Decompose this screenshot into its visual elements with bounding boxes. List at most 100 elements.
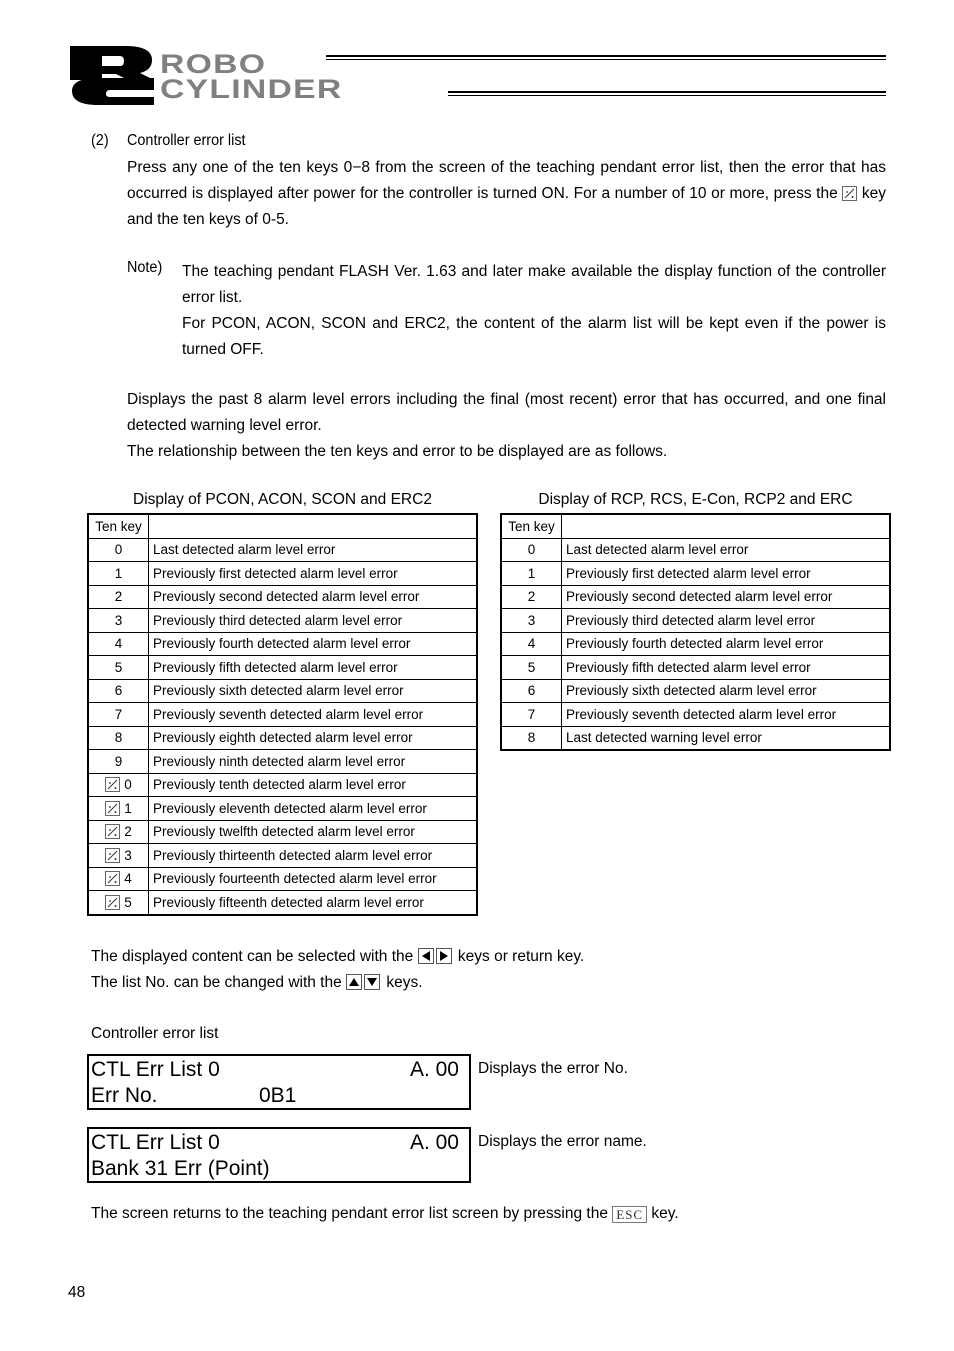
error-description-cell: Previously tenth detected alarm level er…: [148, 772, 478, 797]
error-description-cell: Previously thirteenth detected alarm lev…: [148, 843, 478, 868]
note-line-2: For PCON, ACON, SCON and ERC2, the conte…: [182, 315, 886, 358]
ten-key-value: 7: [527, 706, 536, 722]
ten-key-cell: 9: [87, 749, 149, 774]
ten-key-value: 7: [114, 706, 123, 722]
ten-key-cell: 2: [87, 819, 149, 844]
error-description-cell: Previously seventh detected alarm level …: [561, 702, 891, 727]
ten-key-cell: 8: [87, 725, 149, 750]
error-description-cell: Previously fourth detected alarm level e…: [148, 631, 478, 656]
ten-key-value: 2: [527, 589, 536, 605]
table-row: 6 Previously sixth detected alarm level e…: [500, 678, 891, 703]
lcd1-title: CTL Err List 0: [91, 1058, 220, 1081]
error-description-cell: Previously third detected alarm level er…: [148, 608, 478, 633]
ten-key-cell: 1: [87, 561, 149, 586]
table-right: Ten key 0 Last detected alarm level error 1…: [500, 513, 891, 751]
select-text-part1: The displayed content can be selected wi…: [91, 948, 414, 965]
error-description-cell: Last detected warning level error: [561, 725, 891, 751]
ten-key-value: 0: [124, 777, 132, 793]
ten-key-value: 3: [527, 612, 536, 628]
table-row: 4 Previously fourteenth detected alarm le…: [87, 866, 478, 891]
down-arrow-key-icon: [364, 974, 381, 990]
header-ten-key: Ten key: [87, 513, 149, 539]
up-arrow-key-icon: [346, 974, 363, 990]
ten-key-cell: 2: [87, 584, 149, 609]
list-text-part2: keys.: [386, 974, 423, 991]
note-line-1: The teaching pendant FLASH Ver. 1.63 and…: [182, 263, 886, 306]
ten-key-value: 1: [527, 565, 536, 581]
table-row: 2 Previously second detected alarm level …: [500, 584, 891, 609]
error-description-cell: Previously fifth detected alarm level er…: [148, 655, 478, 680]
ten-key-cell: 3: [87, 843, 149, 868]
slash-dot-key-icon: [105, 847, 121, 863]
ten-key-cell: 0: [500, 537, 562, 562]
lcd1-error-number: 0B1: [259, 1084, 297, 1107]
ten-key-value: 5: [124, 894, 132, 910]
lcd2-error-name: Bank 31 Err (Point): [91, 1157, 270, 1180]
ten-key-value: 1: [114, 565, 123, 581]
ten-key-value: 5: [527, 659, 536, 675]
table-row: 2 Previously second detected alarm level …: [87, 584, 478, 609]
header-ten-key: Ten key: [500, 513, 562, 539]
slash-dot-key-icon: [105, 800, 121, 816]
table-row: 0 Previously tenth detected alarm level e…: [87, 772, 478, 797]
error-description-cell: Last detected alarm level error: [561, 537, 891, 562]
ten-key-value: 3: [114, 612, 123, 628]
table-row: 9 Previously ninth detected alarm level e…: [87, 749, 478, 774]
slash-dot-key-icon: [842, 186, 858, 201]
esc-key-icon: ESC: [612, 1206, 648, 1223]
lcd2-axis: A. 00: [409, 1131, 459, 1154]
table-row: 3 Previously third detected alarm level e…: [87, 608, 478, 633]
table-row: 5 Previously fifteenth detected alarm lev…: [87, 890, 478, 915]
lcd1-note: Displays the error No.: [478, 1060, 628, 1077]
ten-key-cell: 8: [500, 725, 562, 751]
ten-key-value: 8: [114, 730, 123, 746]
ten-key-value: 6: [114, 683, 123, 699]
ten-key-value: 0: [527, 542, 536, 558]
error-description-cell: Previously sixth detected alarm level er…: [561, 678, 891, 703]
ten-key-cell: 4: [87, 866, 149, 891]
lcd-screen-error-name: CTL Err List 0 A. 00 Bank 31 Err (Point): [87, 1127, 471, 1183]
esc-text-part2: key.: [651, 1205, 679, 1222]
ten-key-cell: 4: [87, 631, 149, 656]
ten-key-value: 5: [114, 659, 123, 675]
intro-paragraph: Press any one of the ten keys 0−8 from t…: [127, 155, 886, 233]
table-row: 8 Last detected warning level error: [500, 725, 891, 751]
ten-key-value: 2: [124, 824, 132, 840]
error-description-cell: Previously twelfth detected alarm level …: [148, 819, 478, 844]
table-header-row: Ten key: [87, 513, 478, 539]
table-left-caption: Display of PCON, ACON, SCON and ERC2: [133, 491, 432, 508]
ten-key-value: 4: [124, 871, 132, 887]
ten-key-cell: 1: [500, 561, 562, 586]
error-description-cell: Previously eleventh detected alarm level…: [148, 796, 478, 821]
table-row: 2 Previously twelfth detected alarm level…: [87, 819, 478, 844]
table-row: 5 Previously fifth detected alarm level e…: [87, 655, 478, 680]
table-right-caption: Display of RCP, RCS, E-Con, RCP2 and ERC: [538, 491, 853, 508]
ten-key-value: 4: [527, 636, 536, 652]
slash-dot-key-icon: [105, 824, 121, 840]
lcd1-label: Err No.: [91, 1084, 158, 1107]
section-number: (2): [91, 132, 109, 149]
lcd1-axis: A. 00: [409, 1058, 459, 1081]
ten-key-cell: 4: [500, 631, 562, 656]
table-left: Ten key 0 Last detected alarm level error 1…: [87, 513, 478, 916]
error-description-cell: Previously fourteenth detected alarm lev…: [148, 866, 478, 891]
slash-dot-key-icon: [105, 777, 121, 793]
table-row: 0 Last detected alarm level error: [87, 537, 478, 562]
section-title: Controller error list: [127, 132, 246, 149]
error-description-cell: Previously sixth detected alarm level er…: [148, 678, 478, 703]
lcd-screen-error-number: CTL Err List 0 A. 00 Err No. 0B1: [87, 1054, 471, 1110]
note-body: The teaching pendant FLASH Ver. 1.63 and…: [182, 259, 886, 363]
table-row: 3 Previously third detected alarm level e…: [500, 608, 891, 633]
select-instruction: The displayed content can be selected wi…: [91, 948, 584, 966]
table-header-row: Ten key: [500, 513, 891, 539]
select-text-part2: keys or return key.: [457, 948, 585, 965]
table-row: 1 Previously eleventh detected alarm leve…: [87, 796, 478, 821]
error-description-cell: Previously first detected alarm level er…: [148, 561, 478, 586]
error-description-cell: Previously fourth detected alarm level e…: [561, 631, 891, 656]
ten-key-cell: 0: [87, 772, 149, 797]
right-arrow-key-icon: [435, 948, 452, 964]
table-row: 4 Previously fourth detected alarm level …: [87, 631, 478, 656]
left-arrow-key-icon: [417, 948, 434, 964]
ten-key-cell: 6: [500, 678, 562, 703]
page-number: 48: [68, 1284, 86, 1301]
